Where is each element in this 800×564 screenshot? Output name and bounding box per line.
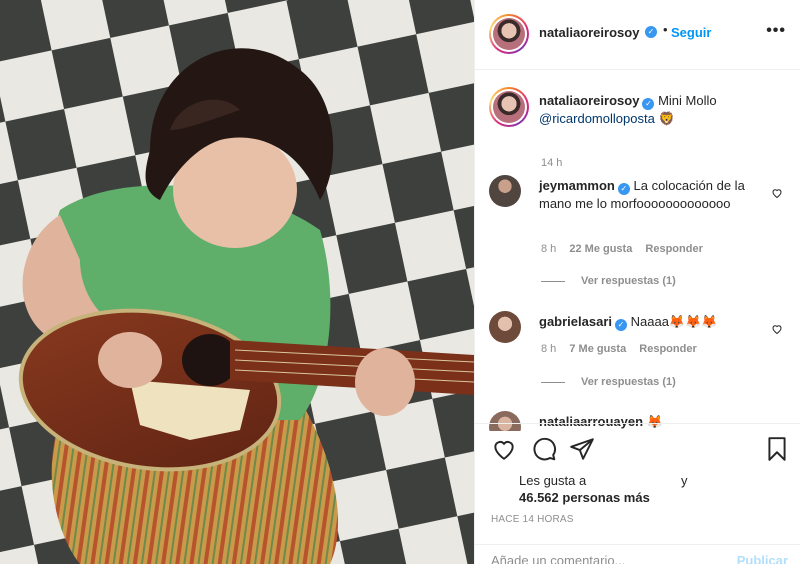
comment-time: 8 h bbox=[541, 243, 557, 255]
comment-item: jeymammon ✓ La colocación de la mano me l… bbox=[489, 175, 789, 295]
comments-list[interactable]: nataliaoreirosoy ✓ Mini Mollo @ricardomol… bbox=[475, 71, 800, 431]
follow-button[interactable]: Seguir bbox=[671, 25, 711, 40]
commenter-avatar[interactable] bbox=[489, 175, 521, 207]
comment-meta: 8 h 7 Me gusta Responder bbox=[541, 343, 707, 355]
caption-time: 14 h bbox=[541, 157, 563, 169]
add-comment-bar: Publicar bbox=[475, 544, 800, 564]
comment-icon[interactable] bbox=[531, 436, 557, 462]
post-image bbox=[0, 0, 474, 564]
post-header: nataliaoreirosoy ✓ • Seguir ••• bbox=[475, 0, 800, 70]
caption-avatar[interactable] bbox=[489, 87, 529, 127]
verified-badge-icon: ✓ bbox=[645, 26, 657, 38]
verified-badge-icon: ✓ bbox=[617, 183, 630, 195]
post-sidebar: nataliaoreirosoy ✓ • Seguir ••• nataliao… bbox=[474, 0, 800, 564]
comment-text: Naaaa🦊🦊🦊 bbox=[630, 314, 718, 329]
likes-prefix: Les gusta a bbox=[519, 473, 587, 488]
heart-icon[interactable] bbox=[491, 436, 517, 462]
post-photo bbox=[0, 0, 474, 564]
likes-and: y bbox=[681, 473, 688, 488]
like-comment-heart-icon[interactable] bbox=[771, 323, 783, 335]
view-replies-button[interactable]: Ver respuestas (1) bbox=[541, 275, 676, 287]
comment-likes[interactable]: 7 Me gusta bbox=[569, 343, 626, 355]
post-actions: Les gusta a y 46.562 personas más HACE 1… bbox=[475, 423, 800, 564]
commenter-username[interactable]: jeymammon bbox=[539, 178, 615, 193]
reply-button[interactable]: Responder bbox=[639, 343, 696, 355]
publish-button[interactable]: Publicar bbox=[737, 553, 788, 564]
view-replies-button[interactable]: Ver respuestas (1) bbox=[541, 376, 676, 388]
commenter-username[interactable]: gabrielasari bbox=[539, 314, 612, 329]
author-avatar[interactable] bbox=[489, 14, 529, 54]
caption-mention-link[interactable]: @ricardomolloposta bbox=[539, 111, 655, 126]
lion-emoji: 🦁 bbox=[658, 111, 675, 126]
caption-text: Mini Mollo bbox=[658, 93, 717, 108]
separator-dot: • bbox=[663, 22, 668, 37]
post-timestamp: HACE 14 HORAS bbox=[491, 514, 574, 525]
comment-input[interactable] bbox=[491, 553, 711, 564]
like-comment-heart-icon[interactable] bbox=[771, 187, 783, 199]
reply-button[interactable]: Responder bbox=[645, 243, 702, 255]
commenter-avatar[interactable] bbox=[489, 311, 521, 343]
likes-count[interactable]: 46.562 personas más bbox=[519, 490, 650, 505]
likes-summary: Les gusta a y 46.562 personas más bbox=[519, 472, 688, 506]
verified-badge-icon: ✓ bbox=[615, 319, 627, 331]
caption-username[interactable]: nataliaoreirosoy bbox=[539, 93, 639, 108]
more-icon[interactable]: ••• bbox=[766, 22, 786, 40]
verified-badge-icon: ✓ bbox=[642, 98, 655, 110]
comment-time: 8 h bbox=[541, 343, 557, 355]
author-username[interactable]: nataliaoreirosoy bbox=[539, 25, 639, 40]
comment-meta: 8 h 22 Me gusta Responder bbox=[541, 243, 713, 255]
comment-item: gabrielasari ✓ Naaaa🦊🦊🦊 8 h 7 Me gusta Re… bbox=[489, 311, 789, 401]
comment-likes[interactable]: 22 Me gusta bbox=[569, 243, 632, 255]
bookmark-icon[interactable] bbox=[764, 436, 790, 462]
share-icon[interactable] bbox=[569, 436, 595, 462]
